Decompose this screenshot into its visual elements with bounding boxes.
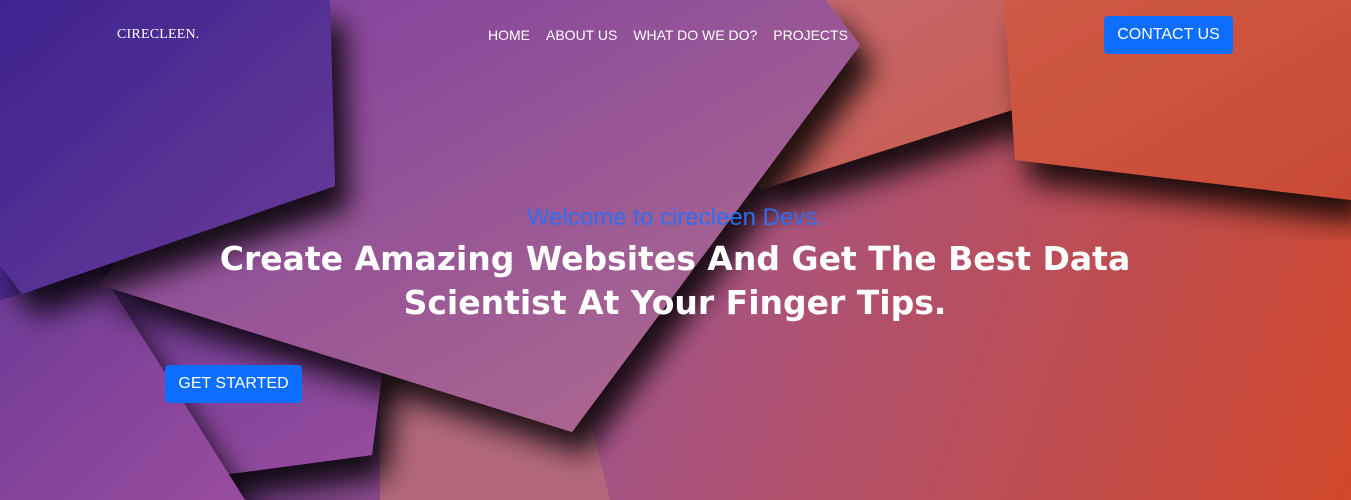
hero-headline: Create Amazing Websites And Get The Best… xyxy=(219,239,1131,322)
hero-welcome-text: Welcome to cirecleen Devs. xyxy=(527,204,824,231)
nav-link-what-do-we-do[interactable]: WHAT DO WE DO? xyxy=(625,25,765,45)
contact-us-button[interactable]: CONTACT US xyxy=(1104,16,1233,54)
nav-link-about-us[interactable]: ABOUT US xyxy=(538,25,625,45)
navbar: CIRECLEEN. HOME ABOUT US WHAT DO WE DO? … xyxy=(0,0,1351,70)
nav-link-home[interactable]: HOME xyxy=(480,25,538,45)
main-nav: HOME ABOUT US WHAT DO WE DO? PROJECTS xyxy=(480,25,856,45)
get-started-button[interactable]: GET STARTED xyxy=(165,365,302,403)
nav-link-projects[interactable]: PROJECTS xyxy=(765,25,856,45)
brand-logo[interactable]: CIRECLEEN. xyxy=(117,27,200,43)
